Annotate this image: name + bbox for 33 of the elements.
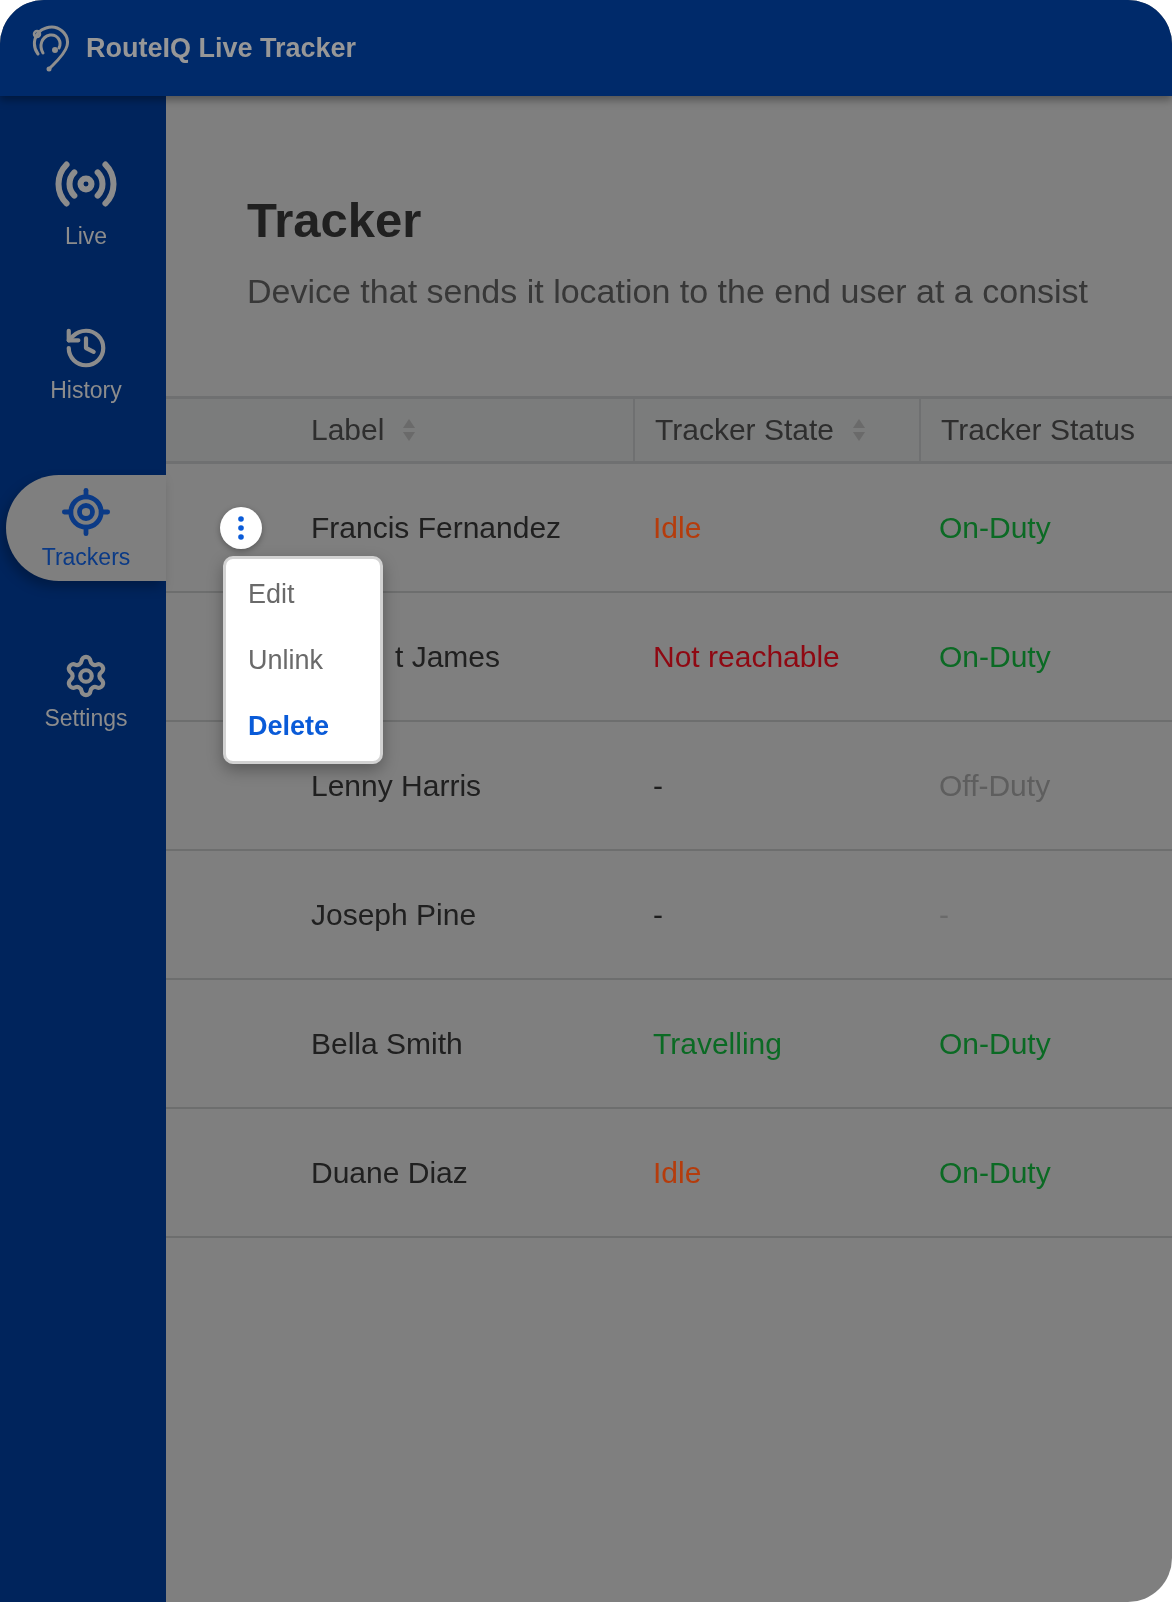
app-title: RouteIQ Live Tracker <box>86 32 357 64</box>
table-cell-text: On-Duty <box>938 639 1052 674</box>
menu-item[interactable]: Edit <box>226 561 380 627</box>
more-options-button[interactable] <box>220 506 262 549</box>
page-title: Tracker <box>247 192 423 248</box>
table-cell-text: Francis Fernandez <box>311 510 563 545</box>
nav-item[interactable]: Settings <box>6 639 166 745</box>
table-cell-text: Bella Smith <box>311 1026 464 1061</box>
column-header: Tracker State <box>655 413 834 447</box>
table-cell-text: Not reachable <box>652 639 841 674</box>
table-cell-text: Travelling <box>652 1026 783 1061</box>
table-cell-text: Idle <box>652 1155 703 1190</box>
table-cell-text: Idle <box>652 510 703 545</box>
menu-item[interactable]: Unlink <box>226 627 380 693</box>
table-cell-text: - <box>938 897 950 932</box>
nav-item[interactable]: Trackers <box>6 475 166 581</box>
more-icon <box>238 515 244 540</box>
table-cell-text: On-Duty <box>938 1155 1052 1190</box>
column-header: Tracker Status <box>941 413 1135 447</box>
table-cell-text: Duane Diaz <box>311 1155 469 1190</box>
table-cell-text: - <box>652 768 664 803</box>
page-description: Device that sends it location to the end user at a consist <box>247 272 1090 311</box>
table-cell-text: On-Duty <box>938 510 1052 545</box>
table-cell-text: On-Duty <box>938 1026 1052 1061</box>
nav-item[interactable]: Live <box>6 147 166 253</box>
column-header: Label <box>311 413 385 447</box>
menu-item[interactable]: Delete <box>226 693 380 759</box>
crosshair-icon <box>60 485 112 538</box>
table-cell-text: Lenny Harris <box>311 768 483 803</box>
nav-item[interactable]: History <box>6 311 166 417</box>
table-cell-text: Joseph Pine <box>311 897 478 932</box>
table-cell-text: - <box>652 897 664 932</box>
location-pin-icon <box>30 24 72 72</box>
